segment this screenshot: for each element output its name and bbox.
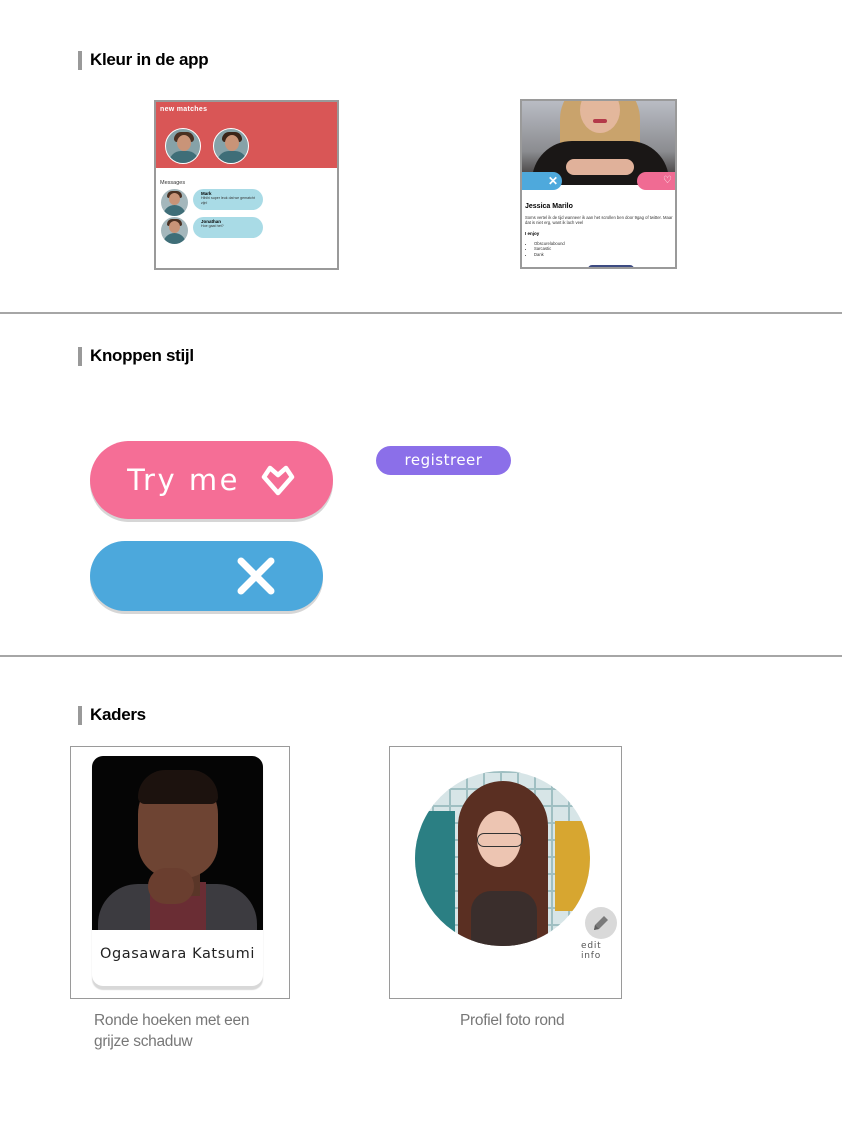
- profile-screen-mockup: ✕ ♡ Jessica Marilo Soms vertel ik de tij…: [520, 99, 677, 269]
- message-bubble: Mark Hihihi super leuk dat we gematcht z…: [193, 189, 263, 210]
- round-photo-frame: edit info: [389, 746, 622, 999]
- section-title-color: Kleur in de app: [78, 50, 209, 70]
- mini-action-pill: [588, 265, 634, 267]
- match-avatar: [213, 128, 249, 164]
- section-divider: [0, 312, 842, 314]
- section-title-frames: Kaders: [78, 705, 146, 725]
- matches-header: new matches: [156, 102, 337, 168]
- messages-label: Messages: [160, 180, 186, 186]
- rounded-card-frame: Ogasawara Katsumi: [70, 746, 290, 999]
- section-divider: [0, 655, 842, 657]
- edit-info-button[interactable]: [585, 907, 617, 939]
- caption-line: grijze schaduw: [94, 1033, 193, 1050]
- try-me-label: Try me: [127, 463, 240, 497]
- profile-card-name: Ogasawara Katsumi: [99, 946, 256, 962]
- message-avatar: [161, 217, 188, 244]
- profile-name: Jessica Marilo: [525, 203, 573, 210]
- interest-item: Dank: [534, 252, 565, 257]
- profile-card[interactable]: Ogasawara Katsumi: [92, 756, 263, 986]
- profile-bio: Soms vertel ik de tijd wanneer ik aan he…: [525, 215, 673, 225]
- matches-screen-mockup: new matches Messages Mark Hihihi super l…: [154, 100, 339, 270]
- title-accent-bar: [78, 705, 82, 725]
- message-text: Hoe gaat het?: [201, 224, 224, 228]
- register-button[interactable]: registreer: [376, 446, 511, 475]
- title-accent-bar: [78, 346, 82, 366]
- match-avatar: [165, 128, 201, 164]
- like-mini-button: ♡: [637, 172, 675, 190]
- message-avatar: [161, 189, 188, 216]
- message-bubble: Jonathan Hoe gaat het?: [193, 217, 263, 238]
- edit-info-label: edit info: [581, 941, 602, 961]
- section-title-text: Kaders: [90, 705, 146, 724]
- round-profile-photo: [415, 771, 590, 946]
- title-accent-bar: [78, 50, 82, 70]
- interest-list: Obscurelabound Sarcastic Dank: [534, 241, 565, 257]
- profile-enjoy-label: I enjoy: [525, 231, 540, 236]
- pencil-icon: [594, 916, 608, 930]
- section-title-text: Kleur in de app: [90, 50, 209, 69]
- caption-line: Ronde hoeken met een: [94, 1012, 250, 1029]
- section-title-text: Knoppen stijl: [90, 346, 194, 365]
- dislike-mini-button: ✕: [522, 172, 562, 190]
- round-photo-caption: Profiel foto rond: [460, 1012, 565, 1029]
- message-text: Hihihi super leuk dat we gematcht zijn!: [201, 196, 255, 205]
- profile-card-photo: [92, 756, 263, 930]
- heart-diamond-icon: [261, 465, 295, 496]
- close-x-icon: [237, 557, 275, 595]
- try-me-button[interactable]: Try me: [90, 441, 333, 519]
- rounded-card-caption: Ronde hoeken met een grijze schaduw: [94, 1010, 294, 1052]
- section-title-buttons: Knoppen stijl: [78, 346, 194, 366]
- matches-title: new matches: [160, 106, 208, 113]
- dismiss-button[interactable]: [90, 541, 323, 611]
